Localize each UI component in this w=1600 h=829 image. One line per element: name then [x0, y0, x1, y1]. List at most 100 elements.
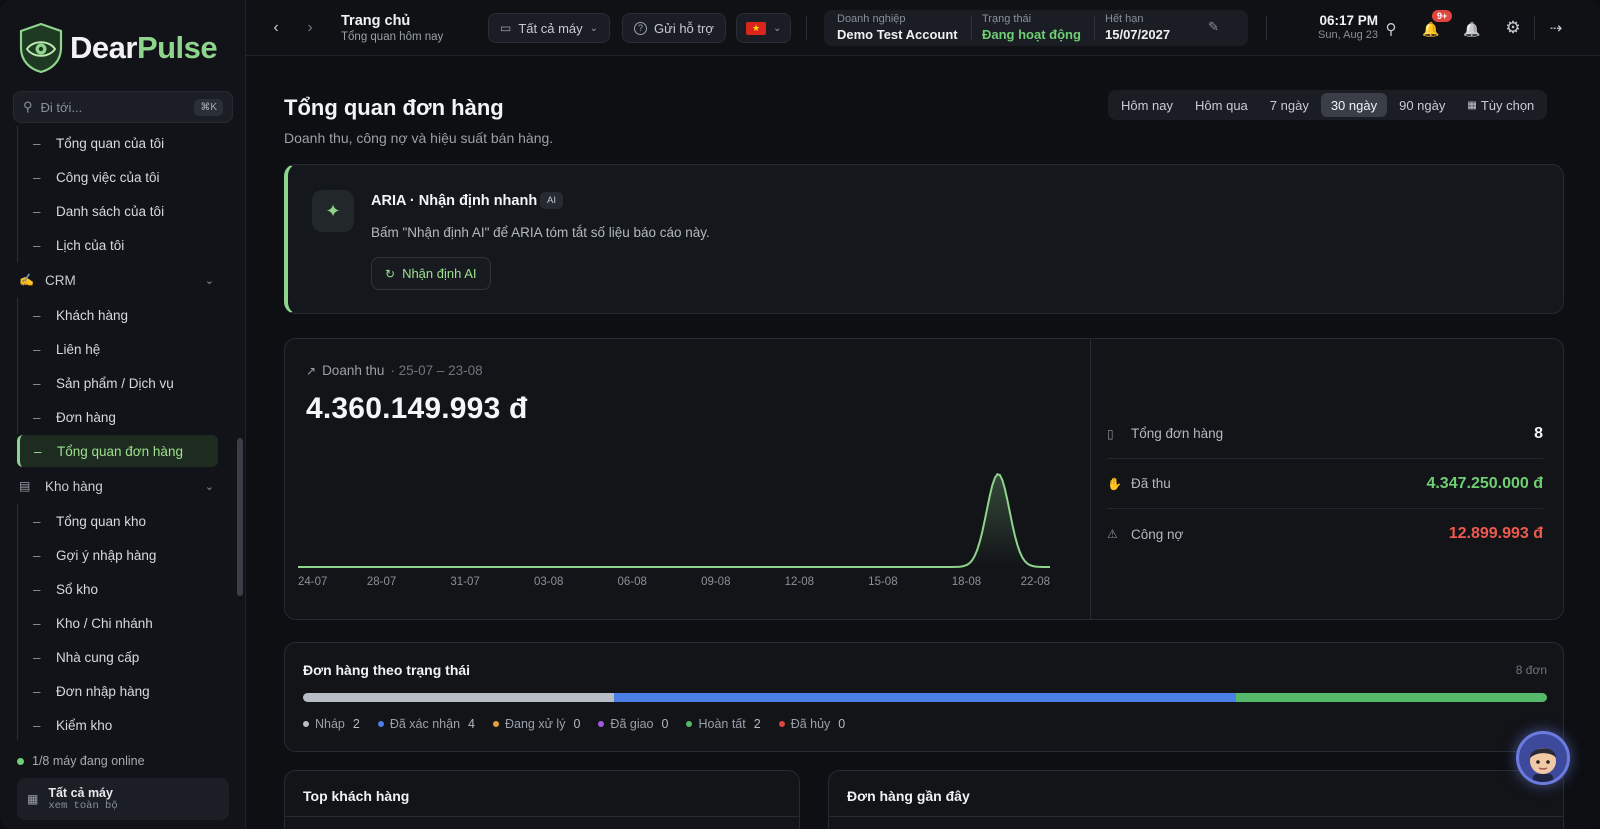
status-legend-item: Đã giao 0	[598, 717, 668, 731]
x-tick-label: 09-08	[701, 576, 730, 588]
logout-icon[interactable]: ⇢	[1545, 17, 1567, 39]
account-panel: Doanh nghiệp Demo Test Account Trạng thá…	[824, 10, 1248, 46]
range-tab[interactable]: Hôm nay	[1111, 93, 1183, 117]
sidebar-item[interactable]: – Khách hàng	[0, 298, 236, 332]
status-legend: Nháp 2 Đã xác nhận 4 Đang xử lý 0 Đã giao 0 Hoàn…	[303, 717, 845, 731]
sidebar-item[interactable]: – Đơn nhập hàng	[0, 674, 236, 708]
brand-logo[interactable]: DearPulse	[18, 20, 218, 76]
sidebar-item[interactable]: – Tổng quan kho	[0, 504, 236, 538]
support-button[interactable]: ? Gửi hỗ trợ	[622, 13, 726, 43]
sidebar-item[interactable]: – Gợi ý nhập hàng	[0, 538, 236, 572]
sidebar-scrollbar[interactable]	[237, 438, 243, 596]
nav-dash: –	[33, 409, 41, 425]
revenue-label: Doanh thu	[322, 363, 385, 378]
range-tab[interactable]: 90 ngày	[1389, 93, 1455, 117]
sidebar-search[interactable]: ⚲ ⌘K	[13, 91, 233, 123]
sidebar-group[interactable]: ▤ Kho hàng ⌄	[0, 468, 236, 504]
nav-rail	[17, 674, 18, 708]
nav-dash: –	[33, 203, 41, 219]
sidebar-item[interactable]: – Sổ kho	[0, 572, 236, 606]
status-legend-item: Đang xử lý 0	[492, 717, 580, 731]
language-select[interactable]: ★ ⌄	[736, 13, 792, 43]
status-legend-item: Đã xác nhận 4	[377, 717, 475, 731]
sidebar-item-label: Lịch của tôi	[56, 237, 125, 253]
nav-dash: –	[33, 307, 41, 323]
sidebar-group[interactable]: ✍ CRM ⌄	[0, 262, 236, 298]
online-dot-icon	[17, 757, 24, 765]
status-label: Đang xử lý	[504, 717, 566, 731]
nav-dash: –	[33, 683, 41, 699]
ai-insight-button[interactable]: ↻ Nhận định AI	[371, 257, 491, 290]
range-tab[interactable]: 30 ngày	[1320, 93, 1388, 117]
sidebar-item[interactable]: – Nhà cung cấp	[0, 640, 236, 674]
nav-dash: –	[33, 649, 41, 665]
online-status-text: 1/8 máy đang online	[32, 754, 145, 768]
status-dot	[686, 721, 693, 727]
x-tick-label: 06-08	[618, 576, 647, 588]
clock-time: 06:17 PM	[1319, 13, 1378, 28]
sidebar-item-label: Kho / Chi nhánh	[56, 615, 153, 631]
search-shortcut: ⌘K	[194, 98, 223, 116]
x-tick-label: 03-08	[534, 576, 563, 588]
sidebar-search-input[interactable]	[40, 99, 181, 115]
revenue-card: ↗ Doanh thu · 25-07 – 23-08 4.360.149.99…	[284, 338, 1564, 620]
revenue-amount: 4.360.149.993 đ	[306, 392, 528, 425]
sidebar-item-label: Tổng quan đơn hàng	[57, 443, 183, 459]
machine-subtitle: xem toàn bộ	[48, 800, 118, 812]
revenue-line	[298, 472, 1050, 568]
eye-shield-logo-icon	[19, 22, 63, 74]
forward-icon[interactable]: ›	[300, 18, 320, 38]
assistant-avatar-button[interactable]	[1516, 731, 1570, 785]
sidebar-item[interactable]: – Kho / Chi nhánh	[0, 606, 236, 640]
sidebar-item-label: Sản phẩm / Dịch vụ	[56, 375, 174, 391]
sidebar-item[interactable]: – Sản phẩm / Dịch vụ	[0, 366, 236, 400]
page-subtitle: Doanh thu, công nợ và hiệu suất bán hàng…	[284, 130, 554, 146]
nav-rail	[17, 708, 18, 740]
machine-selector[interactable]: ▦ Tất cả máy xem toàn bộ	[17, 778, 229, 820]
back-icon[interactable]: ‹	[266, 18, 286, 38]
stat-value: 8	[1534, 424, 1543, 442]
online-status: 1/8 máy đang online	[17, 754, 145, 768]
machine-title: Tất cả máy	[48, 786, 113, 800]
gear-icon[interactable]: ⚙	[1502, 17, 1524, 39]
revenue-label-row: ↗ Doanh thu · 25-07 – 23-08	[306, 363, 483, 378]
stat-label: Đã thu	[1131, 476, 1171, 491]
status-label: Đã giao	[610, 717, 654, 731]
notification-badge: 9+	[1432, 10, 1453, 22]
nav-dash: –	[33, 547, 41, 563]
range-tab[interactable]: ▦ Tùy chọn	[1457, 93, 1544, 117]
status-value: Đang hoạt động	[982, 27, 1081, 42]
sidebar-item[interactable]: – Lịch của tôi	[0, 228, 236, 262]
bell-icon[interactable]: 🔔	[1461, 18, 1483, 40]
range-tab[interactable]: Hôm qua	[1185, 93, 1258, 117]
stat-row: ✋ Đã thu 4.347.250.000 đ	[1107, 459, 1543, 509]
line-chart-icon: ↗	[306, 363, 317, 378]
status-bar-segment	[303, 693, 614, 702]
search-icon[interactable]: ⚲	[1380, 18, 1402, 40]
top-customers-title: Top khách hàng	[303, 788, 410, 804]
aria-insight-card: ✦ ARIA · Nhận định nhanh AI Bấm "Nhận đị…	[284, 164, 1564, 314]
nav-dash: –	[33, 581, 41, 597]
date-range-tabs: Hôm nay Hôm qua 7 ngày 30 ngày 90 ngày ▦ Tùy c…	[1108, 90, 1548, 120]
range-tab[interactable]: 7 ngày	[1260, 93, 1319, 117]
order-stats: ▯ Tổng đơn hàng 8 ✋ Đã thu 4.347.250.000 đ ⚠ Cô…	[1107, 409, 1543, 559]
sidebar-item[interactable]: – Liên hệ	[0, 332, 236, 366]
sidebar-item[interactable]: – Đơn hàng	[0, 400, 236, 434]
sidebar-item[interactable]: – Kiểm kho	[0, 708, 236, 740]
nav-dash: –	[33, 341, 41, 357]
sidebar-item-label: Kiểm kho	[56, 717, 113, 733]
edit-pencil-icon[interactable]: ✎	[1208, 19, 1219, 35]
activity-bell-icon[interactable]: 🔔 9+	[1420, 10, 1453, 40]
machine-select-dropdown[interactable]: ▭ Tất cả máy ⌄	[488, 13, 611, 43]
sidebar-item[interactable]: – Danh sách của tôi	[0, 194, 236, 228]
header-clock: 06:17 PM Sun, Aug 23	[1256, 13, 1378, 41]
sidebar-item[interactable]: – Công việc của tôi	[0, 160, 236, 194]
stat-row: ⚠ Công nợ 12.899.993 đ	[1107, 509, 1543, 559]
sidebar-item[interactable]: – Tổng quan đơn hàng	[17, 435, 218, 467]
ai-tag: AI	[540, 192, 563, 209]
sidebar-item[interactable]: – Tổng quan của tôi	[0, 126, 236, 160]
status-distribution-bar	[303, 693, 1547, 702]
nav-dash: –	[33, 615, 41, 631]
nav-rail	[17, 572, 18, 606]
chevron-down-icon: ⌄	[773, 22, 782, 34]
